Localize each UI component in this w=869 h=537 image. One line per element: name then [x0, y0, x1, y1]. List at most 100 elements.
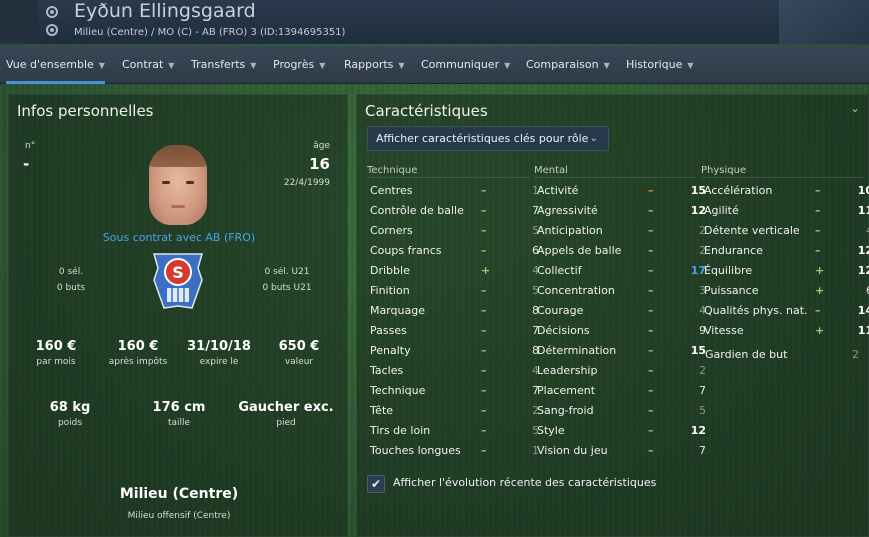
goals-count: 0 buts — [56, 283, 86, 293]
trend-flat-icon: – — [648, 424, 654, 437]
attribute-row[interactable]: Endurance – 12 — [704, 241, 869, 261]
attribute-row[interactable]: Décisions – 9 — [537, 321, 706, 341]
attribute-row[interactable]: Style – 12 — [537, 421, 706, 441]
attribute-value: 1 — [532, 184, 539, 197]
attribute-row[interactable]: Touches longues – 1 — [370, 441, 539, 461]
attribute-row[interactable]: Tirs de loin – 5 — [370, 421, 539, 441]
radio-icon[interactable] — [46, 6, 58, 18]
chevron-down-icon: ▼ — [398, 61, 405, 70]
attribute-name: Courage — [537, 304, 584, 317]
technique-header: Technique — [367, 165, 418, 176]
checkbox[interactable]: ✔ — [367, 475, 385, 493]
attribute-value: 15 — [690, 184, 706, 197]
attribute-row[interactable]: Agilité – 11 — [704, 201, 869, 221]
contract-status[interactable]: Sous contrat avec AB (FRO) — [9, 231, 349, 244]
attribute-row[interactable]: Équilibre +12 — [704, 261, 869, 281]
attribute-row[interactable]: Placement – 7 — [537, 381, 706, 401]
attribute-value: 3 — [699, 284, 706, 297]
attribute-row[interactable]: Coups francs – 6 — [370, 241, 539, 261]
chevron-down-icon: ▼ — [504, 61, 511, 70]
attribute-row[interactable]: Détermination – 15 — [537, 341, 706, 361]
attribute-name: Leadership — [537, 364, 598, 377]
role-attributes-dropdown[interactable]: Afficher caractéristiques clés pour rôle… — [367, 126, 609, 151]
attribute-row[interactable]: Corners – 5 — [370, 221, 539, 241]
attribute-row[interactable]: Tête – 2 — [370, 401, 539, 421]
attribute-value: 2 — [699, 244, 706, 257]
secondary-position: Milieu offensif (Centre) — [127, 511, 231, 521]
attribute-row[interactable]: Activité – 15 — [537, 181, 706, 201]
header-icons — [46, 6, 60, 42]
tab-communicate[interactable]: Communiquer ▼ — [421, 46, 510, 84]
attribute-row[interactable]: Vision du jeu – 7 — [537, 441, 706, 461]
radio-icon[interactable] — [46, 24, 58, 36]
attribute-row[interactable]: Vitesse +11 — [704, 321, 869, 341]
attribute-row[interactable]: Courage – 4 — [537, 301, 706, 321]
attribute-name: Puissance — [704, 284, 759, 297]
tab-label: Communiquer — [421, 58, 500, 71]
attribute-row[interactable]: Puissance +6 — [704, 281, 869, 301]
tab-transfers[interactable]: Transferts ▼ — [191, 46, 256, 84]
weight-label: poids — [57, 418, 83, 428]
trend-flat-icon: – — [481, 344, 487, 357]
svg-text:S: S — [172, 263, 184, 282]
tab-reports[interactable]: Rapports ▼ — [344, 46, 405, 84]
attribute-name: Dribble — [370, 264, 410, 277]
weight-value: 68 kg — [49, 400, 91, 415]
attribute-row[interactable]: Agressivité – 12 — [537, 201, 706, 221]
wage-net-label: après impôts — [108, 357, 168, 367]
number-value: - — [23, 155, 30, 173]
tab-history[interactable]: Historique ▼ — [626, 46, 694, 84]
attribute-row[interactable]: Dribble +4 — [370, 261, 539, 281]
attribute-name: Agilité — [704, 204, 739, 217]
trend-flat-icon: – — [648, 384, 654, 397]
attribute-value: 6 — [532, 244, 539, 257]
attribute-row[interactable]: Accélération – 10 — [704, 181, 869, 201]
attribute-name: Anticipation — [537, 224, 603, 237]
chevron-down-icon: ▼ — [319, 61, 326, 70]
attribute-name: Décisions — [537, 324, 590, 337]
attribute-row[interactable]: Tacles – 4 — [370, 361, 539, 381]
checkbox-label: Afficher l'évolution récente des caracté… — [393, 476, 657, 489]
attribute-name: Corners — [370, 224, 413, 237]
player-header: Eyðun Ellingsgaard Milieu (Centre) / MO … — [0, 0, 869, 44]
tab-progress[interactable]: Progrès ▼ — [273, 46, 325, 84]
attribute-row[interactable]: Détente verticale – 4 — [704, 221, 869, 241]
attribute-name: Technique — [370, 384, 426, 397]
attribute-row[interactable]: Passes – 7 — [370, 321, 539, 341]
attribute-row[interactable]: Centres – 1 — [370, 181, 539, 201]
attribute-row[interactable]: Technique – 7 — [370, 381, 539, 401]
attribute-row[interactable]: Leadership – 2 — [537, 361, 706, 381]
attribute-row[interactable]: Finition – 5 — [370, 281, 539, 301]
tab-comparison[interactable]: Comparaison ▼ — [526, 46, 610, 84]
attribute-row[interactable]: Appels de balle – 2 — [537, 241, 706, 261]
attribute-row[interactable]: Sang-froid – 5 — [537, 401, 706, 421]
attribute-row[interactable]: Anticipation – 2 — [537, 221, 706, 241]
attribute-name: Gardien de but — [705, 348, 788, 361]
attribute-value: 6 — [851, 281, 869, 301]
trend-up-icon: + — [815, 324, 825, 337]
attribute-row[interactable]: Collectif – 17 — [537, 261, 706, 281]
tab-overview[interactable]: Vue d'ensemble ▼ — [6, 46, 105, 84]
player-subtitle: Milieu (Centre) / MO (C) - AB (FRO) 3 (I… — [74, 27, 346, 38]
attribute-row-goalkeeper[interactable]: Gardien de but 2 — [705, 345, 863, 365]
attribute-name: Passes — [370, 324, 407, 337]
attribute-value: 14 — [857, 304, 869, 317]
attribute-row[interactable]: Penalty – 8 — [370, 341, 539, 361]
panel-title: Caractéristiques — [365, 102, 488, 120]
tab-contract[interactable]: Contrat ▼ — [122, 46, 174, 84]
trend-flat-icon: – — [648, 444, 654, 457]
main-position: Milieu (Centre) — [119, 486, 239, 502]
attribute-row[interactable]: Concentration – 3 — [537, 281, 706, 301]
club-crest-icon[interactable]: S — [148, 250, 208, 312]
attribute-row[interactable]: Marquage – 8 — [370, 301, 539, 321]
number-label: n° — [25, 141, 36, 151]
attribute-row[interactable]: Qualités phys. nat.– 14 — [704, 301, 869, 321]
chevron-down-icon[interactable]: ⌄ — [850, 101, 860, 115]
trend-flat-icon: – — [481, 184, 487, 197]
trend-flat-icon: – — [481, 384, 487, 397]
attribute-name: Marquage — [370, 304, 426, 317]
attribute-row[interactable]: Contrôle de balle – 7 — [370, 201, 539, 221]
trend-up-icon: + — [481, 264, 491, 277]
trend-flat-icon: – — [648, 344, 654, 357]
attribute-value: 5 — [532, 424, 539, 437]
